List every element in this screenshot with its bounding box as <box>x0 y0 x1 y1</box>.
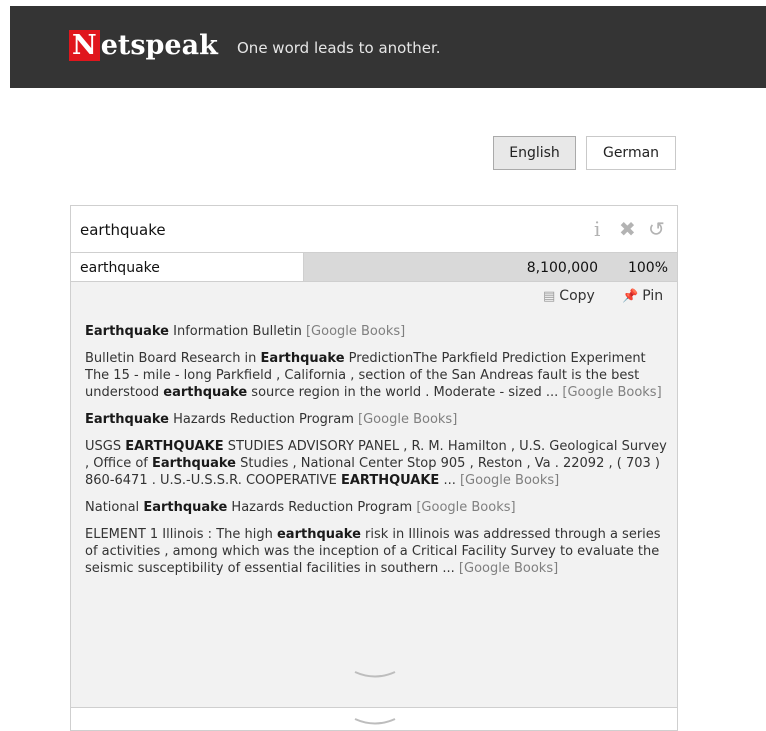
google-books-link[interactable]: [Google Books] <box>562 385 661 400</box>
tagline: One word leads to another. <box>237 39 441 57</box>
result-frequency: 8,100,000 <box>526 260 598 276</box>
clear-icon[interactable]: ✖ <box>619 217 636 241</box>
copy-icon: ▤ <box>543 289 556 304</box>
result-phrase: earthquake <box>80 260 160 276</box>
phrase-cell: earthquake <box>71 253 304 281</box>
snippet-list: Earthquake Information Bulletin [Google … <box>85 323 671 587</box>
snippet-item: National Earthquake Hazards Reduction Pr… <box>85 499 671 516</box>
top-bar: Netspeak One word leads to another. <box>10 6 766 88</box>
snippet-text: Hazards Reduction Program <box>227 500 417 515</box>
snippet-item: Earthquake Information Bulletin [Google … <box>85 323 671 340</box>
snippet-highlight: earthquake <box>163 385 248 400</box>
snippet-text: source region in the world . Moderate - … <box>247 385 563 400</box>
next-result-row[interactable] <box>71 708 677 730</box>
language-german-button[interactable]: German <box>586 136 676 170</box>
snippet-highlight: Earthquake <box>85 324 169 339</box>
snippet-text: National <box>85 500 144 515</box>
results-panel: earthquake i ✖ ↺ earthquake 8,100,000 10… <box>70 205 678 731</box>
pin-icon: 📌 <box>622 289 639 304</box>
google-books-link[interactable]: [Google Books] <box>460 473 559 488</box>
snippet-highlight: EARTHQUAKE <box>340 473 440 488</box>
google-books-link[interactable]: [Google Books] <box>416 500 515 515</box>
info-icon[interactable]: i <box>594 217 600 241</box>
language-english-button[interactable]: English <box>493 136 576 170</box>
snippet-highlight: Earthquake <box>143 500 228 515</box>
snippet-highlight: Earthquake <box>260 351 345 366</box>
snippet-item: USGS EARTHQUAKE STUDIES ADVISORY PANEL ,… <box>85 438 671 489</box>
snippet-highlight: earthquake <box>276 527 361 542</box>
snippet-text: Bulletin Board Research in <box>85 351 261 366</box>
google-books-link[interactable]: [Google Books] <box>459 561 558 576</box>
snippet-text: ELEMENT 1 Illinois : The high <box>85 527 277 542</box>
search-input[interactable]: earthquake <box>80 220 166 240</box>
snippet-highlight: Earthquake <box>85 412 169 427</box>
snippet-highlight: EARTHQUAKE <box>125 439 224 454</box>
copy-button[interactable]: ▤ Copy <box>543 287 595 306</box>
snippet-text: ... <box>439 473 460 488</box>
snippet-item: Earthquake Hazards Reduction Program [Go… <box>85 411 671 428</box>
result-row[interactable]: earthquake 8,100,000 100% <box>71 253 677 282</box>
chevron-down-icon[interactable] <box>353 716 397 728</box>
google-books-link[interactable]: [Google Books] <box>306 324 405 339</box>
snippet-text: Hazards Reduction Program <box>168 412 359 427</box>
snippet-text: Information Bulletin <box>168 324 306 339</box>
search-bar: earthquake i ✖ ↺ <box>71 206 677 253</box>
pin-button[interactable]: 📌 Pin <box>622 287 663 306</box>
google-books-link[interactable]: [Google Books] <box>358 412 457 427</box>
history-icon[interactable]: ↺ <box>648 217 665 241</box>
snippet-highlight: Earthquake <box>152 456 236 471</box>
snippet-text: USGS <box>85 439 126 454</box>
snippet-item: Bulletin Board Research in Earthquake Pr… <box>85 350 671 401</box>
chevron-down-icon[interactable] <box>353 669 397 681</box>
result-percent: 100% <box>627 260 668 276</box>
netspeak-logo[interactable]: Netspeak <box>69 27 218 65</box>
snippet-item: ELEMENT 1 Illinois : The high earthquake… <box>85 526 671 577</box>
